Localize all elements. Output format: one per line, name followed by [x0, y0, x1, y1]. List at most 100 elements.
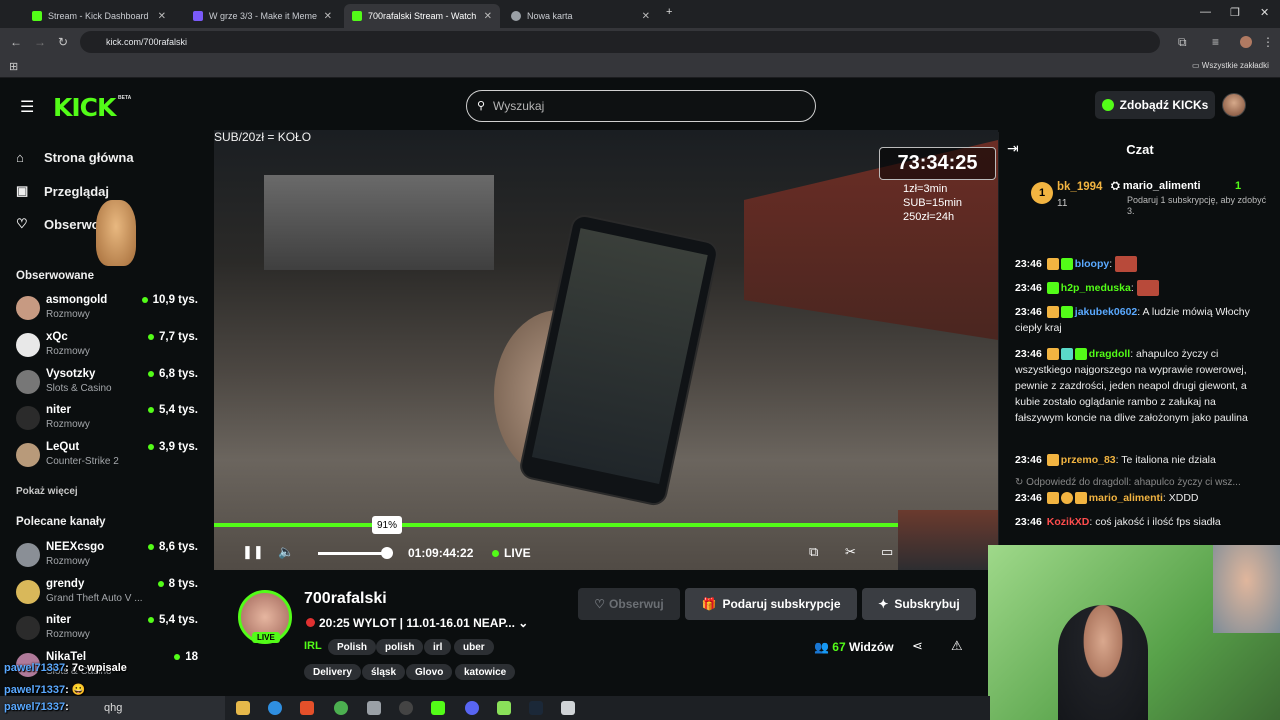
follow-button[interactable]: ♡ Obserwuj: [578, 588, 680, 620]
tag[interactable]: Polish: [328, 639, 377, 655]
close-tab-icon[interactable]: ✕: [158, 11, 166, 22]
followed-channel-asmongold[interactable]: asmongold Rozmowy 10,9 tys.: [16, 294, 202, 328]
crown-badge-icon: [1046, 348, 1059, 361]
video-player[interactable]: SUB/20zł = KOŁO 73:34:25 1zł=3min SUB=15…: [214, 130, 998, 570]
user-avatar[interactable]: [1222, 93, 1246, 117]
streamer-cam-overlay: [898, 510, 998, 570]
app-icon[interactable]: [561, 701, 575, 715]
sub-badge-icon: [1060, 306, 1073, 319]
followed-channel-niter[interactable]: niter Rozmowy 5,4 tys.: [16, 404, 202, 438]
tab-700rafalski[interactable]: 700rafalski Stream - Watch ✕: [344, 4, 500, 28]
nav-home[interactable]: ⌂ Strona główna: [16, 150, 134, 165]
menu-list-icon[interactable]: ≡: [1212, 35, 1219, 49]
followed-heading: Obserwowane: [16, 270, 94, 282]
forward-icon[interactable]: →: [34, 35, 46, 49]
followed-channel-vysotzky[interactable]: Vysotzky Slots & Casino 6,8 tys.: [16, 368, 202, 402]
channel-name[interactable]: 700rafalski: [304, 590, 387, 608]
new-tab-icon[interactable]: +: [666, 6, 672, 18]
emoji-icon: 😀: [71, 684, 86, 696]
recommended-channel-niter[interactable]: niter Rozmowy 5,4 tys.: [16, 614, 202, 648]
tag[interactable]: polish: [376, 639, 424, 655]
seek-bar[interactable]: [214, 523, 998, 527]
get-kicks-button[interactable]: Zdobądź KICKs: [1095, 91, 1215, 119]
hamburger-menu-icon[interactable]: ☰: [20, 97, 34, 117]
tag[interactable]: śląsk: [362, 664, 406, 680]
emote-icon: [1115, 256, 1138, 273]
more-vert-icon[interactable]: ⋮: [1262, 35, 1274, 49]
crown-badge-icon: [1046, 492, 1059, 505]
apps-grid-icon[interactable]: ⊞: [9, 60, 18, 73]
star-icon: ✦: [878, 597, 889, 611]
url-field[interactable]: kick.com/700rafalski: [80, 31, 1160, 53]
discord-icon[interactable]: [465, 701, 479, 715]
recommended-channel-grendy[interactable]: grendy Grand Theft Auto V ... 8 tys.: [16, 578, 202, 612]
minimize-icon[interactable]: —: [1200, 6, 1211, 18]
edge-icon[interactable]: [268, 701, 282, 715]
kick-logo[interactable]: KICK: [53, 93, 116, 122]
tab-make-it-meme[interactable]: W grze 3/3 - Make it Meme ✕: [185, 4, 340, 28]
stream-category[interactable]: IRL: [304, 640, 322, 652]
volume-knob[interactable]: [381, 547, 393, 559]
close-tab-icon[interactable]: ✕: [484, 11, 492, 22]
overlay-chat-line: pawel71337: 7c wpisale: [4, 662, 127, 674]
steam-icon[interactable]: [529, 701, 543, 715]
avatar: [16, 406, 40, 430]
chat-message: 23:46 bloopy:: [1015, 256, 1265, 273]
tag[interactable]: uber: [454, 639, 494, 655]
back-icon[interactable]: ←: [10, 35, 22, 49]
theater-mode-icon[interactable]: ▭: [881, 544, 893, 560]
kick-app-icon[interactable]: [431, 701, 445, 715]
tab-new[interactable]: Nowa karta ✕: [503, 4, 658, 28]
obs-icon[interactable]: [399, 701, 413, 715]
gift-subs-button[interactable]: 🎁 Podaruj subskrypcje: [685, 588, 857, 620]
chevron-down-icon[interactable]: ⌄: [518, 616, 528, 630]
volume-icon[interactable]: 🔈: [278, 544, 294, 560]
followed-channel-xqc[interactable]: xQc Rozmowy 7,7 tys.: [16, 331, 202, 365]
sub-overlay-text: SUB/20zł = KOŁO: [214, 130, 312, 144]
share-icon[interactable]: ⋖: [912, 638, 923, 654]
volume-tooltip: 91%: [372, 516, 402, 534]
windows-taskbar: qhg pawel71337:: [0, 696, 990, 720]
file-explorer-icon[interactable]: [236, 701, 250, 715]
tab-kick-dashboard[interactable]: Stream - Kick Dashboard ✕: [24, 4, 174, 28]
profile-icon[interactable]: [1240, 36, 1252, 48]
maximize-icon[interactable]: ❐: [1230, 6, 1240, 19]
avatar: [16, 616, 40, 640]
app-icon[interactable]: [497, 701, 511, 715]
viewer-count: 👥 67 Widzów: [814, 640, 894, 654]
close-window-icon[interactable]: ✕: [1260, 6, 1269, 19]
clip-icon[interactable]: ✂: [845, 544, 856, 560]
recommended-channel-neexcsgo[interactable]: NEEXcsgo Rozmowy 8,6 tys.: [16, 541, 202, 575]
extensions-icon[interactable]: ⧉: [1178, 35, 1187, 50]
avatar: [16, 296, 40, 320]
tag[interactable]: irl: [424, 639, 452, 655]
avatar: [16, 580, 40, 604]
subathon-rates: 1zł=3min SUB=15min 250zł=24h: [903, 183, 963, 223]
sub-badge-icon: [1060, 258, 1073, 271]
live-indicator[interactable]: LIVE: [492, 546, 531, 560]
address-bar-row: ← → ↻ kick.com/700rafalski ⧉ ≡ ⋮: [0, 28, 1280, 56]
nav-browse[interactable]: ▣ Przeglądaj: [16, 183, 109, 199]
reload-icon[interactable]: ↻: [58, 35, 68, 49]
volume-slider[interactable]: [318, 547, 393, 559]
brave-icon[interactable]: [300, 701, 314, 715]
chat-message: 23:46 mario_alimenti: XDDD: [1015, 492, 1199, 505]
chrome-icon[interactable]: [334, 701, 348, 715]
app-icon[interactable]: [367, 701, 381, 715]
close-tab-icon[interactable]: ✕: [642, 11, 650, 22]
tag[interactable]: katowice: [455, 664, 516, 680]
close-tab-icon[interactable]: ✕: [324, 11, 332, 22]
report-warning-icon[interactable]: ⚠: [951, 638, 963, 654]
show-more-link[interactable]: Pokaż więcej: [16, 486, 78, 497]
pinned-user-2[interactable]: ⛭ mario_alimenti: [1111, 180, 1201, 193]
overlay-chat-line: pawel71337:: [4, 701, 69, 713]
all-bookmarks[interactable]: ▭ Wszystkie zakładki: [1192, 61, 1269, 70]
followed-channel-lequt[interactable]: LeQut Counter-Strike 2 3,9 tys.: [16, 441, 202, 475]
recommended-heading: Polecane kanały: [16, 516, 106, 528]
tag[interactable]: Delivery: [304, 664, 361, 680]
pause-icon[interactable]: ❚❚: [242, 544, 264, 560]
tag[interactable]: Glovo: [406, 664, 453, 680]
search-input[interactable]: ⚲ Wyszukaj: [466, 90, 816, 122]
subscribe-button[interactable]: ✦ Subskrybuj: [862, 588, 976, 620]
miniplayer-icon[interactable]: ⧉: [809, 544, 818, 560]
